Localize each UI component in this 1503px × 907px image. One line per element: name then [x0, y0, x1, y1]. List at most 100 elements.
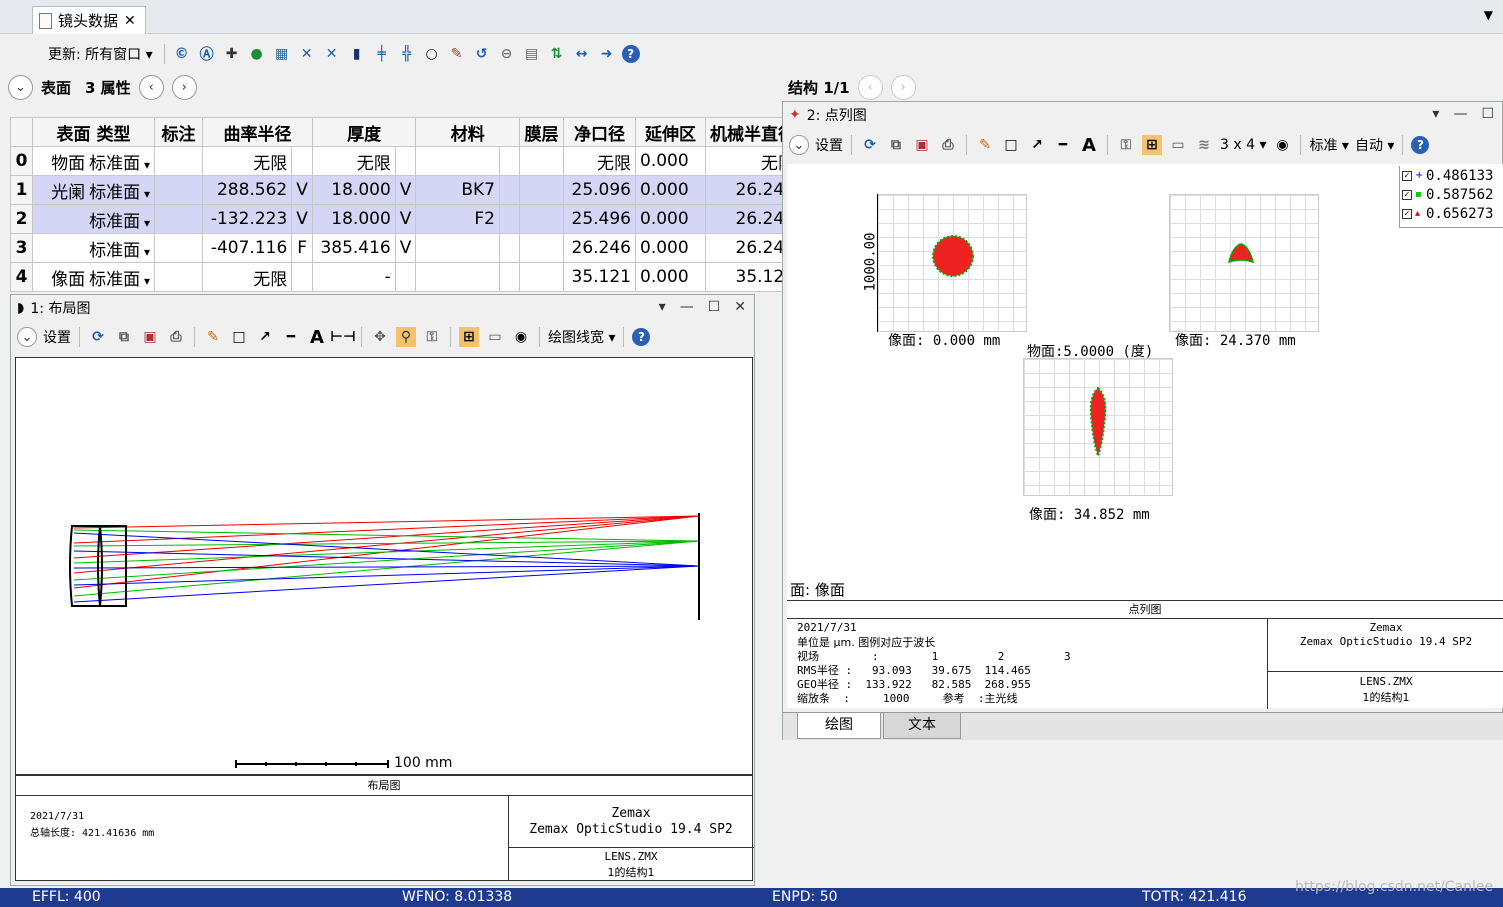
- chip-zone-cell[interactable]: 0.000: [635, 233, 706, 263]
- radius-cell[interactable]: 无限: [201, 262, 293, 292]
- radius-solve-cell[interactable]: F: [291, 233, 313, 263]
- comment-cell[interactable]: [154, 262, 203, 292]
- table-row[interactable]: 2 标准面 ▾ -132.223 V 18.000 V F2 25.496 0.000 26.24…: [10, 204, 782, 234]
- material-cell[interactable]: [415, 262, 500, 292]
- dropdown-arrow-icon[interactable]: ▾: [140, 158, 150, 172]
- map-icon[interactable]: ▦: [272, 44, 292, 64]
- lens-data-tab[interactable]: 镜头数据 ✕: [32, 6, 146, 34]
- text-icon[interactable]: A: [307, 327, 327, 348]
- arrow-line-icon[interactable]: ↗: [255, 327, 275, 347]
- coating-cell[interactable]: [519, 233, 564, 263]
- surface-label[interactable]: 表面: [41, 77, 71, 98]
- layers-icon[interactable]: ≋: [1194, 135, 1214, 155]
- prev-surface-button[interactable]: ‹: [138, 74, 164, 100]
- material-cell[interactable]: F2: [415, 204, 500, 234]
- arrow-right-icon[interactable]: ➜: [597, 44, 617, 64]
- legend-item[interactable]: ✓ ▴ 0.656273: [1400, 204, 1503, 223]
- crosshair-icon[interactable]: ✚: [222, 44, 242, 64]
- next-surface-button[interactable]: ›: [171, 74, 197, 100]
- mech-semi-diameter-cell[interactable]: 26.246: [705, 204, 782, 234]
- thickness-cell[interactable]: -: [311, 262, 396, 292]
- help-icon[interactable]: ?: [1411, 136, 1430, 154]
- prev-config-button[interactable]: ‹: [857, 74, 883, 100]
- material-solve-cell[interactable]: [499, 233, 520, 263]
- line-icon[interactable]: ━: [281, 327, 301, 347]
- grid-layout-icon[interactable]: ⊞: [1142, 135, 1162, 155]
- thickness-solve-cell[interactable]: [394, 146, 417, 176]
- next-config-button[interactable]: ›: [890, 74, 916, 100]
- help-icon[interactable]: ?: [632, 328, 651, 346]
- dropdown-arrow-icon[interactable]: ▾: [140, 245, 150, 259]
- copy-icon[interactable]: ⧉: [114, 327, 134, 347]
- thickness-solve-cell[interactable]: V: [394, 175, 417, 205]
- clear-semi-diameter-cell[interactable]: 35.121: [563, 262, 636, 292]
- material-solve-cell[interactable]: [499, 146, 520, 176]
- mech-semi-diameter-cell[interactable]: 无限: [705, 146, 782, 176]
- dropdown-icon[interactable]: ▾: [1432, 106, 1439, 122]
- lens-icon[interactable]: ▮: [347, 44, 367, 64]
- table-row[interactable]: 0物面标准面 ▾无限无限无限0.000无限: [10, 146, 782, 176]
- standard-dropdown[interactable]: 标准 ▾: [1309, 135, 1348, 155]
- ray-icon[interactable]: ✕: [297, 44, 317, 64]
- comment-cell[interactable]: [154, 204, 203, 234]
- clock-icon[interactable]: ◉: [1272, 135, 1292, 155]
- swap-icon[interactable]: ⇅: [547, 44, 567, 64]
- pencil-icon[interactable]: ✎: [203, 327, 223, 347]
- thickness-cell[interactable]: 无限: [311, 146, 396, 176]
- row-number-cell[interactable]: 1: [10, 175, 33, 205]
- close-icon[interactable]: ✕: [734, 299, 746, 315]
- arrow-line-icon[interactable]: ↗: [1027, 135, 1047, 155]
- table-row[interactable]: 4像面标准面 ▾无限-35.1210.00035.121: [10, 262, 782, 292]
- minimize-icon[interactable]: —: [680, 299, 694, 315]
- refresh-icon[interactable]: ⟳: [88, 327, 108, 347]
- pan-icon[interactable]: ✥: [370, 327, 390, 347]
- radius-cell[interactable]: 无限: [201, 146, 293, 176]
- thickness-solve-cell[interactable]: [394, 262, 417, 292]
- type-cell[interactable]: 光阑 标准面 ▾: [32, 175, 155, 205]
- radius-cell[interactable]: -132.223: [201, 204, 293, 234]
- legend-item[interactable]: ✓ +0.486133: [1400, 166, 1503, 185]
- scroll-arrow-icon[interactable]: ▼: [1484, 8, 1493, 22]
- copy-icon[interactable]: ⧉: [886, 135, 906, 155]
- column-header[interactable]: 净口径: [563, 117, 636, 147]
- properties-label[interactable]: 3 属性: [85, 77, 131, 98]
- spot-settings-button[interactable]: 设置: [815, 135, 843, 155]
- clear-semi-diameter-cell[interactable]: 25.096: [563, 175, 636, 205]
- dropdown-arrow-icon[interactable]: ▾: [140, 216, 150, 230]
- layout-settings-button[interactable]: 设置: [43, 327, 71, 347]
- row-number-cell[interactable]: 3: [10, 233, 33, 263]
- dropdown-arrow-icon[interactable]: ▾: [140, 187, 150, 201]
- minimize-icon[interactable]: —: [1453, 106, 1467, 122]
- column-header[interactable]: 厚度: [311, 117, 417, 147]
- row-number-cell[interactable]: 4: [10, 262, 33, 292]
- checkbox-icon[interactable]: ✓: [1402, 208, 1412, 219]
- grid-size-dropdown[interactable]: 3 x 4 ▾: [1220, 137, 1266, 153]
- mech-semi-diameter-cell[interactable]: 26.246: [705, 175, 782, 205]
- thickness-cell[interactable]: 385.416: [311, 233, 396, 263]
- undo-icon[interactable]: ↺: [472, 44, 492, 64]
- column-header[interactable]: 机械半直径: [705, 117, 782, 147]
- clock-icon[interactable]: ◉: [511, 327, 531, 347]
- expand-toggle[interactable]: ⌄: [8, 74, 33, 100]
- expand-toggle[interactable]: ⌄: [789, 135, 809, 155]
- chip-zone-cell[interactable]: 0.000: [635, 175, 706, 205]
- dimension-icon[interactable]: ⊢⊣: [330, 327, 356, 347]
- row-number-cell[interactable]: 0: [10, 146, 33, 176]
- chip-zone-cell[interactable]: 0.000: [635, 146, 706, 176]
- coating-cell[interactable]: [519, 204, 564, 234]
- type-cell[interactable]: 标准面 ▾: [32, 233, 155, 263]
- thickness-cell[interactable]: 18.000: [311, 175, 396, 205]
- maximize-icon[interactable]: ☐: [708, 299, 721, 315]
- rectangle-icon[interactable]: □: [229, 327, 249, 347]
- material-cell[interactable]: [415, 233, 500, 263]
- type-cell[interactable]: 物面 标准面 ▾: [32, 146, 155, 176]
- chip-zone-cell[interactable]: 0.000: [635, 204, 706, 234]
- refresh-c-icon[interactable]: ©: [172, 44, 192, 64]
- legend-item[interactable]: ✓ ▪ 0.587562: [1400, 185, 1503, 204]
- window-icon[interactable]: ▭: [485, 327, 505, 347]
- line-width-dropdown[interactable]: 绘图线宽 ▾: [548, 327, 615, 347]
- wand-icon[interactable]: ✎: [447, 44, 467, 64]
- mech-semi-diameter-cell[interactable]: 26.246: [705, 233, 782, 263]
- coating-cell[interactable]: [519, 146, 564, 176]
- toggle-icon[interactable]: ⊖: [497, 44, 517, 64]
